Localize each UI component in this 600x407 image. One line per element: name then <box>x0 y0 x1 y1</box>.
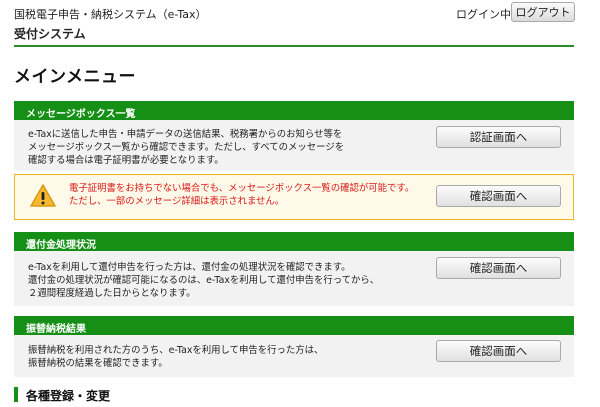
description-line: e-Taxを利用して還付申告を行った方は、還付金の処理状況を確認できます。 <box>28 262 351 273</box>
page-title: メインメニュー <box>14 67 136 87</box>
heading-accent-bar <box>14 387 18 402</box>
section-header-message-box: メッセージボックス一覧 <box>14 101 574 120</box>
system-name: 国税電子申告・納税システム（e-Tax） <box>14 8 207 21</box>
subsystem-title: 受付システム <box>14 27 86 41</box>
top-bar: 国税電子申告・納税システム（e-Tax） 受付システム ログイン中 ログアウト <box>0 0 600 50</box>
logout-button[interactable]: ログアウト <box>511 2 575 22</box>
transfer-tax-description: 振替納税を利用された方のうち、e-Taxを利用して申告を行った方は、 振替納税の… <box>28 344 323 370</box>
notice-line: ただし、一部のメッセージ詳細は表示されません。 <box>69 196 285 207</box>
section-body-transfer-tax: 振替納税を利用された方のうち、e-Taxを利用して申告を行った方は、 振替納税の… <box>14 335 574 377</box>
description-line: メッセージボックス一覧から確認できます。ただし、すべてのメッセージを <box>28 142 345 153</box>
description-line: 振替納税を利用された方のうち、e-Taxを利用して申告を行った方は、 <box>28 345 324 356</box>
description-line: ２週間程度経過した日からとなります。 <box>28 288 196 299</box>
section-header-refund: 還付金処理状況 <box>14 232 574 251</box>
message-box-description: e-Taxに送信した申告・申請データの送信結果、税務署からのお知らせ等を メッセ… <box>28 128 344 167</box>
notice-text: 電子証明書をお持ちでない場合でも、メッセージボックス一覧の確認が可能です。 ただ… <box>69 182 414 208</box>
refund-description: e-Taxを利用して還付申告を行った方は、還付金の処理状況を確認できます。 還付… <box>28 261 379 300</box>
authentication-screen-button[interactable]: 認証画面へ <box>436 126 561 148</box>
warning-icon <box>30 184 56 207</box>
description-line: e-Taxに送信した申告・申請データの送信結果、税務署からのお知らせ等を <box>28 129 343 140</box>
confirm-screen-button-transfer[interactable]: 確認画面へ <box>436 340 561 362</box>
confirm-screen-button-refund[interactable]: 確認画面へ <box>436 257 561 279</box>
section-body-message-box: e-Taxに送信した申告・申請データの送信結果、税務署からのお知らせ等を メッセ… <box>14 120 574 170</box>
section-body-refund: e-Taxを利用して還付申告を行った方は、還付金の処理状況を確認できます。 還付… <box>14 251 574 306</box>
description-line: 振替納税の結果を確認できます。 <box>28 358 168 369</box>
login-status: ログイン中 <box>456 8 511 21</box>
header-divider <box>14 45 574 47</box>
notice-line: 電子証明書をお持ちでない場合でも、メッセージボックス一覧の確認が可能です。 <box>69 183 415 194</box>
certificate-notice: 電子証明書をお持ちでない場合でも、メッセージボックス一覧の確認が可能です。 ただ… <box>14 174 574 220</box>
section-header-transfer-tax: 振替納税結果 <box>14 316 574 335</box>
confirm-screen-button-messages[interactable]: 確認画面へ <box>436 185 561 207</box>
description-line: 確認する場合は電子証明書が必要となります。 <box>28 155 224 166</box>
registration-title: 各種登録・変更 <box>26 389 111 403</box>
description-line: 還付金の処理状況が確認可能になるのは、e-Taxを利用して還付申告を行ってから、 <box>28 275 380 286</box>
